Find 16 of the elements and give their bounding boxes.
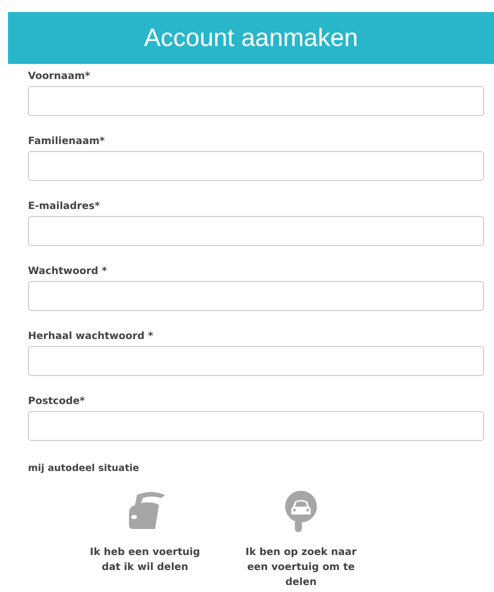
option-label: Ik ben op zoek naar een voertuig om te delen: [244, 546, 358, 590]
page-title: Account aanmaken: [144, 24, 358, 52]
field-label: Postcode*: [28, 396, 86, 408]
input-field[interactable]: [28, 346, 484, 376]
option-label: Ik heb een voertuig dat ik wil delen: [88, 546, 202, 575]
section-label: mij autodeel situatie: [28, 463, 140, 475]
field-label: Familienaam*: [28, 136, 106, 148]
field-label: Wachtwoord *: [28, 266, 108, 278]
input-field[interactable]: [28, 86, 484, 116]
field-label: Herhaal wachtwoord *: [28, 331, 154, 343]
input-field[interactable]: [28, 216, 484, 246]
field-label: E-mailadres*: [28, 201, 101, 213]
input-field[interactable]: [28, 151, 484, 181]
input-field[interactable]: [28, 281, 484, 311]
input-field[interactable]: [28, 411, 484, 441]
field-label: Voornaam*: [28, 71, 92, 83]
